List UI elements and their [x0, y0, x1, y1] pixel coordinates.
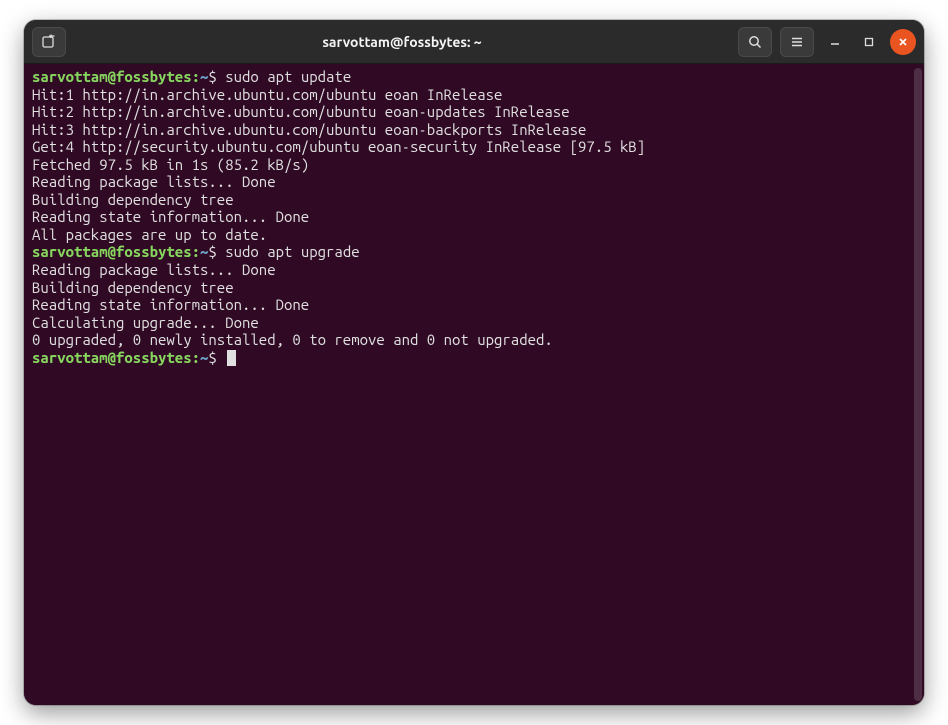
prompt-user-host: sarvottam@fossbytes	[32, 349, 192, 366]
terminal-window: sarvottam@fossbytes: ~ sarvottam@fossbyt…	[24, 20, 924, 705]
output-line: Reading state information... Done	[32, 208, 916, 226]
prompt-symbol: $	[208, 68, 216, 85]
hamburger-icon	[790, 35, 804, 49]
cursor	[227, 350, 236, 366]
scrollbar[interactable]	[914, 68, 922, 701]
close-button[interactable]	[890, 29, 916, 55]
output-line: Get:4 http://security.ubuntu.com/ubuntu …	[32, 138, 916, 156]
output-line: Building dependency tree	[32, 279, 916, 297]
titlebar-right	[738, 27, 916, 57]
prompt-user-host: sarvottam@fossbytes	[32, 68, 192, 85]
output-line: Hit:3 http://in.archive.ubuntu.com/ubunt…	[32, 121, 916, 139]
new-tab-icon	[41, 34, 57, 50]
prompt-line: sarvottam@fossbytes:~$ sudo apt update	[32, 68, 916, 86]
command-text: sudo apt upgrade	[225, 243, 359, 260]
titlebar-left	[32, 27, 66, 57]
output-line: Fetched 97.5 kB in 1s (85.2 kB/s)	[32, 156, 916, 174]
prompt-symbol: $	[208, 243, 216, 260]
prompt-user-host: sarvottam@fossbytes	[32, 243, 192, 260]
window-title: sarvottam@fossbytes: ~	[66, 34, 738, 50]
output-line: Reading package lists... Done	[32, 261, 916, 279]
menu-button[interactable]	[780, 27, 814, 57]
terminal-content[interactable]: sarvottam@fossbytes:~$ sudo apt update H…	[24, 64, 924, 705]
search-icon	[748, 35, 762, 49]
prompt-symbol: $	[208, 349, 216, 366]
search-button[interactable]	[738, 27, 772, 57]
maximize-button[interactable]	[856, 29, 882, 55]
maximize-icon	[863, 36, 875, 48]
output-line: Reading state information... Done	[32, 296, 916, 314]
new-tab-button[interactable]	[32, 27, 66, 57]
close-icon	[897, 36, 909, 48]
command-text: sudo apt update	[225, 68, 351, 85]
prompt-line: sarvottam@fossbytes:~$ sudo apt upgrade	[32, 243, 916, 261]
output-line: Hit:1 http://in.archive.ubuntu.com/ubunt…	[32, 86, 916, 104]
output-line: All packages are up to date.	[32, 226, 916, 244]
output-line: Building dependency tree	[32, 191, 916, 209]
output-line: Reading package lists... Done	[32, 173, 916, 191]
titlebar: sarvottam@fossbytes: ~	[24, 20, 924, 64]
prompt-line: sarvottam@fossbytes:~$	[32, 349, 916, 367]
output-line: Hit:2 http://in.archive.ubuntu.com/ubunt…	[32, 103, 916, 121]
minimize-button[interactable]	[822, 29, 848, 55]
minimize-icon	[829, 36, 841, 48]
output-line: 0 upgraded, 0 newly installed, 0 to remo…	[32, 331, 916, 349]
output-line: Calculating upgrade... Done	[32, 314, 916, 332]
